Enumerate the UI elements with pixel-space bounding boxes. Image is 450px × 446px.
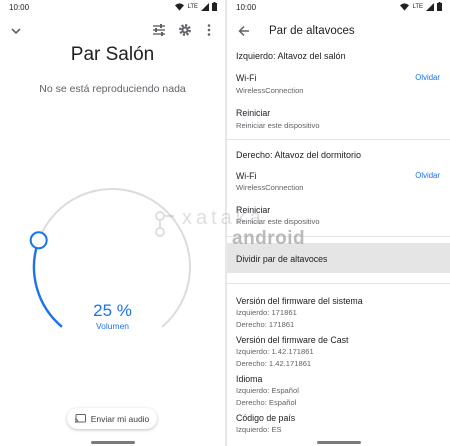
language-right: Derecho: Español (236, 398, 297, 407)
firmware-right: Derecho: 171861 (236, 320, 295, 329)
left-wifi-title: Wi-Fi (236, 73, 257, 83)
signal-icon (426, 2, 434, 11)
watermark-line2: android (232, 228, 306, 249)
left-restart-title[interactable]: Reiniciar (236, 108, 270, 118)
speaker-pair-home-screen: 10:00 LTE Par Salón No se está reproduci… (0, 0, 225, 446)
wifi-icon (175, 2, 185, 11)
right-wifi-network: WirelessConnection (236, 183, 304, 192)
more-vert-icon[interactable] (204, 23, 214, 37)
volume-percent: 25 % (93, 301, 132, 320)
country-code-title: Código de país (236, 413, 296, 423)
firmware-title: Versión del firmware del sistema (236, 296, 363, 306)
left-speaker-section-header: Izquierdo: Altavoz del salón (236, 51, 346, 61)
gesture-bar[interactable] (91, 441, 135, 444)
section-divider (227, 283, 450, 284)
battery-icon (437, 2, 442, 11)
section-divider (227, 139, 450, 140)
status-bar: 10:00 LTE (0, 0, 225, 14)
right-wifi-title: Wi-Fi (236, 171, 257, 181)
status-icons: LTE (175, 2, 217, 11)
status-time: 10:00 (9, 3, 30, 12)
gesture-bar[interactable] (317, 441, 361, 444)
toolbar (0, 20, 225, 42)
wifi-icon (400, 2, 410, 11)
status-bar: 10:00 LTE (227, 0, 450, 14)
cast-firmware-title: Versión del firmware de Cast (236, 335, 349, 345)
chevron-down-icon[interactable] (10, 25, 22, 37)
firmware-left: Izquierdo: 171861 (236, 308, 297, 317)
device-title: Par Salón (70, 44, 155, 65)
language-left: Izquierdo: Español (236, 386, 299, 395)
now-playing-status: No se está reproduciendo nada (39, 83, 186, 95)
speaker-pair-settings-screen: 10:00 LTE Par de altavoces Izquierdo: Al… (227, 0, 450, 446)
volume-knob (29, 231, 48, 250)
left-forget-wifi-link[interactable]: Olvidar (415, 73, 440, 82)
signal-icon (201, 2, 209, 11)
cast-firmware-left: Izquierdo: 1.42.171861 (236, 347, 314, 356)
network-type: LTE (412, 3, 423, 10)
right-speaker-section-header: Derecho: Altavoz del dormitorio (236, 150, 362, 160)
network-type: LTE (187, 3, 198, 10)
battery-icon (212, 2, 217, 11)
arrow-back-icon[interactable] (237, 24, 251, 38)
right-restart-title[interactable]: Reiniciar (236, 205, 270, 215)
cast-firmware-right: Derecho: 1.42.171861 (236, 359, 312, 368)
status-icons: LTE (400, 2, 442, 11)
right-forget-wifi-link[interactable]: Olvidar (415, 171, 440, 180)
volume-label: Volumen (95, 321, 130, 331)
cast-icon (74, 414, 86, 423)
language-title: Idioma (236, 374, 263, 384)
tune-icon[interactable] (152, 23, 166, 37)
left-restart-subtitle: Reiniciar este dispositivo (236, 121, 320, 130)
cast-button-label: Enviar mi audio (90, 413, 150, 424)
right-restart-subtitle: Reiniciar este dispositivo (236, 217, 320, 226)
country-code-left: Izquierdo: ES (236, 425, 282, 434)
split-pair-label: Dividir par de altavoces (236, 254, 328, 264)
gear-icon[interactable] (178, 23, 192, 37)
page-title: Par de altavoces (269, 25, 355, 37)
cast-audio-button[interactable]: Enviar mi audio (67, 408, 157, 429)
toolbar: Par de altavoces (227, 20, 450, 42)
status-time: 10:00 (236, 3, 257, 12)
left-wifi-network: WirelessConnection (236, 86, 304, 95)
